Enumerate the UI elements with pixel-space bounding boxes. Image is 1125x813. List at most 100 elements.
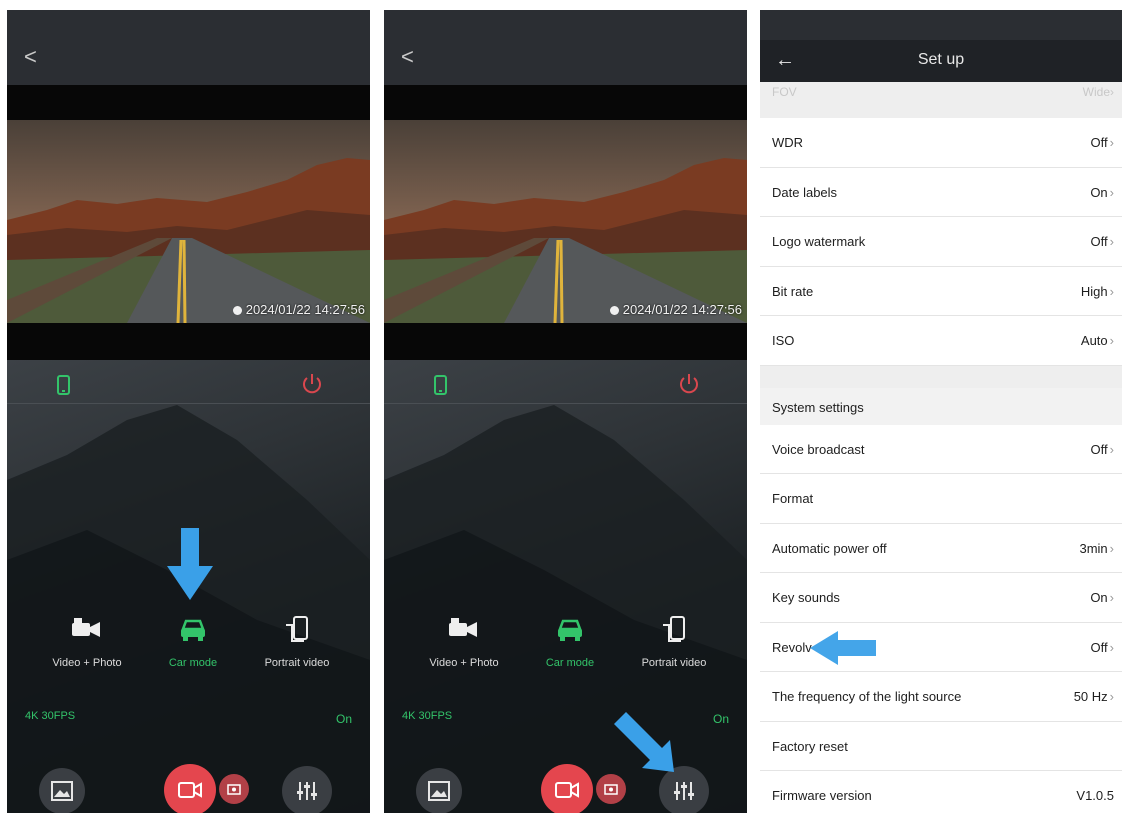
setting-label: Format [772, 491, 814, 506]
chevron-right-icon: › [1109, 234, 1114, 249]
divider [384, 403, 747, 404]
setting-row-logo-watermark[interactable]: Logo watermark Off › [760, 217, 1122, 267]
page-title: Set up [917, 51, 965, 68]
setting-value: 3min › [1079, 540, 1114, 556]
background-mountain [384, 405, 747, 813]
phone-connection-icon[interactable] [434, 375, 447, 395]
live-preview: 2024/01/22 14:27:56 [7, 120, 370, 323]
settings-button[interactable] [282, 766, 332, 813]
setting-label: The frequency of the light source [772, 689, 962, 704]
status-on[interactable]: On [713, 712, 729, 726]
mode-label: Video + Photo [429, 657, 499, 669]
camera-screen-1: < 2024/01/22 14:27:56 Video + Photo Car … [7, 10, 370, 813]
chevron-right-icon: › [1109, 283, 1114, 299]
mode-portrait-video[interactable]: Portrait video [624, 615, 724, 671]
chevron-right-icon: › [1109, 441, 1114, 457]
timestamp-text: 2024/01/22 14:27:56 [622, 302, 742, 317]
gallery-button[interactable] [39, 768, 85, 813]
setting-value: Off › [1090, 441, 1114, 457]
mode-label: Portrait video [641, 657, 707, 669]
record-button[interactable] [164, 764, 216, 813]
timestamp: 2024/01/22 14:27:56 [609, 302, 742, 317]
chevron-right-icon: › [1110, 85, 1114, 99]
mode-video-photo[interactable]: Video + Photo [414, 615, 514, 671]
resolution-label[interactable]: 4K 30FPS [402, 710, 452, 722]
setting-label: WDR [772, 135, 804, 150]
setting-label: Logo watermark [772, 234, 866, 249]
setting-row-format[interactable]: Format [760, 474, 1122, 524]
setting-value: Off › [1090, 639, 1114, 655]
record-button[interactable] [541, 764, 593, 813]
setting-value: 50 Hz › [1073, 689, 1114, 704]
timestamp: 2024/01/22 14:27:56 [232, 302, 365, 317]
chevron-right-icon: › [1109, 184, 1114, 200]
setting-row-wdr[interactable]: WDR Off › [760, 118, 1122, 168]
setting-row-firmware-version[interactable]: Firmware version V1.0.5 [760, 771, 1122, 813]
gallery-button[interactable] [416, 768, 462, 813]
gallery-icon [51, 781, 73, 801]
photo-button[interactable] [596, 774, 626, 804]
camera-screen-2: < 2024/01/22 14:27:56 Video + Photo Car … [384, 10, 747, 813]
power-icon[interactable] [677, 372, 701, 396]
section-title: System settings [772, 399, 864, 415]
mode-label: Car mode [168, 657, 218, 669]
video-record-icon [178, 782, 202, 798]
setting-label: Revolv [772, 639, 812, 655]
chevron-right-icon: › [1109, 135, 1114, 150]
phone-connection-icon[interactable] [57, 375, 70, 395]
setting-row-date-labels[interactable]: Date labels On › [760, 167, 1122, 217]
setting-label: FOV [772, 85, 797, 99]
mode-portrait-video[interactable]: Portrait video [247, 615, 347, 671]
camera-icon [604, 784, 618, 795]
setting-value: V1.0.5 [1076, 788, 1114, 803]
settings-list: WDR Off › Date labels On › Logo watermark … [760, 118, 1122, 813]
status-on[interactable]: On [336, 712, 352, 726]
setting-row-auto-power-off[interactable]: Automatic power off 3min › [760, 523, 1122, 573]
mode-car[interactable]: Car mode [143, 615, 243, 671]
control-panel: Video + Photo Car mode Portrait video 4K… [384, 360, 747, 813]
left-arrow-icon [810, 630, 876, 665]
video-camera-icon [72, 618, 100, 637]
mode-label: Video + Photo [52, 657, 122, 669]
camera-icon [227, 784, 241, 795]
chevron-right-icon: › [1109, 333, 1114, 348]
setting-label: Automatic power off [772, 540, 887, 556]
top-bar: < [7, 10, 370, 85]
setting-value: Auto › [1080, 333, 1114, 348]
setting-row-key-sounds[interactable]: Key sounds On › [760, 573, 1122, 623]
mode-car[interactable]: Car mode [520, 615, 620, 671]
video-record-icon [555, 782, 579, 798]
top-bar: < [384, 10, 747, 85]
chevron-right-icon: › [1109, 590, 1114, 605]
background-mountain [7, 405, 370, 813]
setting-row-voice-broadcast[interactable]: Voice broadcast Off › [760, 424, 1122, 474]
setting-label: Bit rate [772, 283, 814, 299]
setting-row-fov[interactable]: FOV Wide› [760, 82, 1122, 118]
back-icon[interactable]: < [24, 46, 37, 68]
setting-label: Voice broadcast [772, 441, 865, 457]
mode-label: Car mode [545, 657, 595, 669]
setting-value: On › [1090, 184, 1114, 200]
divider [7, 403, 370, 404]
setting-row-factory-reset[interactable]: Factory reset [760, 721, 1122, 771]
status-bar [760, 10, 1122, 40]
settings-button[interactable] [659, 766, 709, 813]
back-icon[interactable]: < [401, 46, 414, 68]
resolution-label[interactable]: 4K 30FPS [25, 710, 75, 722]
section-gap [760, 365, 1122, 388]
setting-value: Off › [1090, 135, 1114, 150]
control-panel: Video + Photo Car mode Portrait video 4K… [7, 360, 370, 813]
setting-row-bit-rate[interactable]: Bit rate High › [760, 266, 1122, 316]
recording-dot-icon [232, 306, 242, 315]
photo-button[interactable] [219, 774, 249, 804]
mode-video-photo[interactable]: Video + Photo [37, 615, 137, 671]
setting-row-revolve[interactable]: Revolv Off › [760, 622, 1122, 672]
setting-value: On › [1090, 590, 1114, 605]
live-preview: 2024/01/22 14:27:56 [384, 120, 747, 323]
mode-label: Portrait video [264, 657, 330, 669]
setting-row-iso[interactable]: ISO Auto › [760, 316, 1122, 366]
setting-row-light-frequency[interactable]: The frequency of the light source 50 Hz › [760, 672, 1122, 722]
setup-screen: ← Set up FOV Wide› WDR Off › Date labels … [760, 10, 1122, 813]
setting-label: Firmware version [772, 788, 872, 803]
power-icon[interactable] [300, 372, 324, 396]
